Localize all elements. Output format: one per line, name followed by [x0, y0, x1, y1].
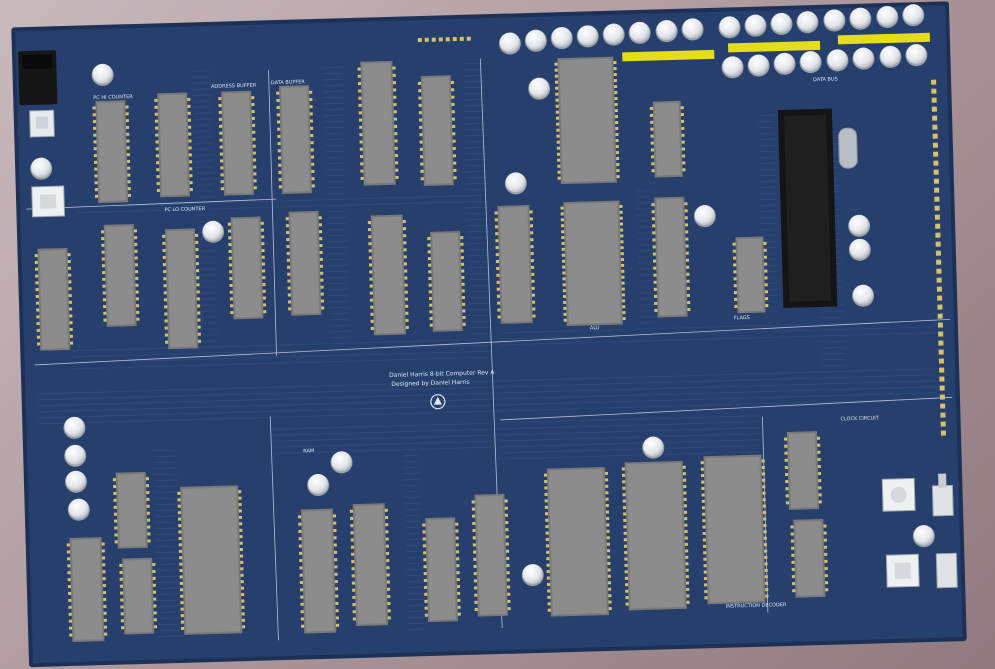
ic-chip-U22: [119, 557, 158, 635]
header-pin: [940, 430, 947, 436]
header-pin: [933, 160, 939, 166]
crystal-icon: [838, 127, 858, 169]
header-pin: [935, 232, 941, 238]
ic-chip-U27: [471, 493, 511, 617]
ic-chip-U4: [276, 85, 315, 194]
header-pin: [937, 322, 943, 328]
pcb-render-scene: PC HI COUNTER PC LO COUNTER ADDRESS BUFF…: [11, 1, 967, 668]
ic-chip-U18: [651, 196, 691, 318]
header-pin: [936, 268, 942, 274]
header-pin: [936, 286, 942, 292]
label-alu: ALU: [590, 325, 600, 331]
header-pin: [431, 37, 436, 42]
ic-chip-U8: [100, 224, 140, 327]
header-pin: [937, 295, 943, 301]
pcb-board: PC HI COUNTER PC LO COUNTER ADDRESS BUFF…: [11, 1, 967, 668]
label-ram: RAM: [303, 448, 314, 454]
header-pin: [935, 223, 941, 229]
ic-chip-U23: [177, 485, 246, 635]
ic-chip-U20: [112, 471, 151, 549]
label-clock: CLOCK CIRCUIT: [840, 415, 879, 422]
header-pin: [934, 187, 940, 193]
header-pin: [937, 304, 943, 310]
header-pin: [935, 250, 941, 256]
ic-chip-U9: [162, 228, 202, 350]
label-pc-hi: PC HI COUNTER: [93, 94, 133, 101]
ic-chip-U12: [367, 214, 409, 336]
ic-chip-U19: [732, 236, 769, 314]
label-data-bus: DATA BUS: [813, 76, 838, 83]
header-pin: [417, 37, 422, 43]
label-addr-buffer: ADDRESS BUFFER: [211, 83, 257, 90]
ic-chip-U32: [790, 518, 829, 598]
ic-chip-U3: [218, 90, 257, 196]
header-pin: [466, 36, 471, 41]
reset-button-icon: [31, 185, 66, 218]
header-pin: [934, 214, 940, 220]
ic-chip-U2: [154, 92, 193, 198]
header-pin: [932, 115, 938, 121]
toggle-switch-2-icon: [935, 552, 958, 589]
header-pin: [940, 421, 946, 427]
ic-chip-U30: [700, 454, 769, 605]
header-pin: [931, 106, 937, 112]
header-pin: [940, 403, 946, 409]
ic-chip-U24: [297, 508, 340, 634]
header-pin: [438, 37, 443, 42]
header-pin: [934, 196, 940, 202]
label-pc-lo: PC LO COUNTER: [164, 206, 205, 213]
header-pin: [459, 36, 464, 41]
header-pin: [933, 178, 939, 184]
ic-chip-U29: [621, 460, 690, 611]
ic-chip-U7: [34, 247, 74, 351]
header-pin: [938, 349, 944, 355]
header-pin: [939, 394, 946, 400]
header-pin: [937, 313, 943, 319]
header-pin: [424, 37, 429, 42]
header-pin: [939, 385, 945, 391]
ic-chip-U5: [357, 60, 399, 186]
ic-chip-U15: [649, 100, 686, 178]
header-pin: [932, 142, 938, 148]
header-pin: [935, 241, 941, 247]
header-pin: [936, 259, 942, 265]
ic-chip-U13: [427, 230, 466, 332]
ic-chip-U6: [417, 75, 457, 186]
ic-chip-U16: [494, 205, 536, 324]
ic-chip-U26: [422, 517, 461, 623]
header-pin: [932, 124, 938, 130]
header-pin: [445, 37, 450, 42]
header-pin: [933, 169, 939, 175]
power-switch-icon: [29, 109, 55, 138]
header-pin: [940, 412, 946, 418]
dip-switch-icon: [881, 477, 916, 512]
ic-chip-U17: [560, 200, 626, 327]
ic-chip-U10: [227, 216, 267, 320]
header-pin: [939, 367, 945, 373]
header-pin: [938, 331, 944, 337]
header-pin: [938, 340, 944, 346]
header-pin: [932, 133, 938, 139]
header-pin: [939, 376, 945, 382]
ic-chip-U1: [92, 100, 132, 204]
header-pin: [452, 37, 457, 42]
header-pin: [934, 205, 940, 211]
microcontroller-chip: [777, 108, 838, 308]
header-pin: [938, 358, 944, 364]
header-pin: [933, 151, 939, 157]
header-pin: [931, 88, 937, 94]
ic-chip-U21: [66, 537, 108, 642]
label-flags: FLAGS: [734, 315, 750, 321]
ic-chip-U28: [543, 467, 612, 617]
ic-chip-U11: [285, 210, 325, 316]
header-pin: [931, 97, 937, 103]
clock-button-icon: [885, 553, 920, 588]
ic-chip-U31: [784, 431, 822, 510]
ic-chip-U25: [349, 503, 391, 627]
header-pin: [931, 79, 937, 85]
power-jack: [17, 50, 58, 106]
ic-chip-U14: [554, 56, 620, 185]
header-pin: [936, 277, 942, 283]
label-data-buffer: DATA BUFFER: [271, 79, 306, 86]
